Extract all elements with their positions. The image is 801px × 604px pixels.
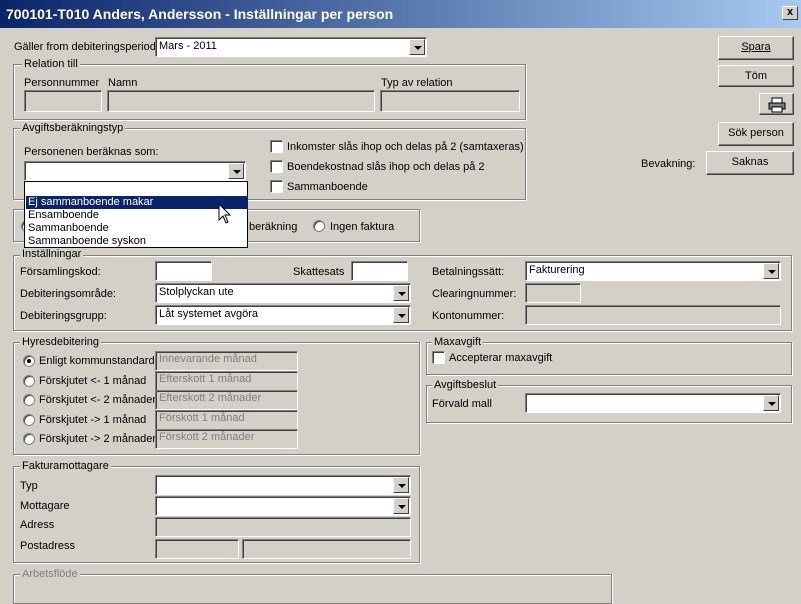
beraknas-label: Personenen beräknas som:	[24, 146, 159, 158]
clear-button[interactable]: Töm	[718, 65, 794, 87]
avgift-title: Avgiftsberäkningstyp	[20, 122, 126, 134]
bevakning-label: Bevakning:	[641, 158, 696, 170]
arbetsflode-title: Arbetsflöde	[20, 568, 80, 580]
boendekostnad-checkbox[interactable]	[270, 160, 283, 173]
hyres-radio-forskott-1[interactable]	[23, 414, 35, 426]
debiteringsomrade-label: Debiteringsområde:	[20, 288, 116, 300]
mouse-cursor-icon	[218, 203, 232, 224]
period-select[interactable]: Mars - 2011	[155, 37, 427, 57]
save-button[interactable]: Spara	[718, 36, 794, 60]
avgiftsbeslut-title: Avgiftsbeslut	[432, 379, 499, 391]
forvald-mall-select[interactable]	[525, 393, 781, 413]
hyres-label-efterskott-2: Förskjutet <- 2 månader	[39, 394, 157, 406]
dropdown-option-ej-sammanboende-makar[interactable]: Ej sammanboende makar	[26, 196, 248, 209]
installningar-title: Inställningar	[20, 248, 84, 260]
betalningssatt-label: Betalningssätt:	[432, 266, 505, 278]
skattesats-input[interactable]	[351, 261, 408, 281]
chevron-down-icon[interactable]	[763, 263, 779, 279]
boendekostnad-label: Boendekostnad slås ihop och delas på 2	[287, 161, 485, 173]
postort-input[interactable]	[242, 539, 411, 559]
personnummer-field[interactable]	[24, 90, 102, 112]
hyres-value-efterskott-1: Efterskott 1 månad	[155, 371, 298, 391]
hyres-label-forskott-1: Förskjutet -> 1 månad	[39, 414, 147, 426]
forsamlingskod-input[interactable]	[155, 261, 212, 281]
postadress-label: Postadress	[20, 540, 76, 552]
hyres-label-kommunstandard: Enligt kommunstandard	[39, 355, 155, 367]
debiteringsgrupp-value: Låt systemet avgöra	[159, 308, 259, 320]
betalningssatt-select[interactable]: Fakturering	[525, 261, 781, 281]
faktura-title: Fakturamottagare	[20, 460, 111, 472]
hyres-label-efterskott-1: Förskjutet <- 1 månad	[39, 375, 147, 387]
ingen-faktura-label: Ingen faktura	[330, 221, 395, 233]
chevron-down-icon[interactable]	[393, 498, 409, 514]
window-title: 700101-T010 Anders, Andersson - Inställn…	[0, 0, 801, 28]
printer-icon	[768, 97, 785, 113]
samtaxeras-checkbox[interactable]	[270, 140, 283, 153]
chevron-down-icon[interactable]	[393, 307, 409, 323]
hyres-value-efterskott-2: Efterskott 2 månader	[155, 390, 298, 410]
samtaxeras-label: Inkomster slås ihop och delas på 2 (samt…	[287, 141, 524, 153]
chevron-down-icon[interactable]	[409, 39, 425, 55]
chevron-down-icon[interactable]	[228, 163, 244, 179]
forvald-mall-label: Förvald mall	[432, 398, 492, 410]
hyres-value-kommunstandard: Innevarande månad	[155, 351, 298, 371]
bevakning-button[interactable]: Saknas	[706, 151, 794, 175]
hyres-radio-efterskott-1[interactable]	[23, 375, 35, 387]
dropdown-option-sammanboende[interactable]: Sammanboende	[26, 222, 248, 235]
chevron-down-icon[interactable]	[393, 477, 409, 493]
chevron-down-icon[interactable]	[393, 285, 409, 301]
ingen-faktura-radio[interactable]	[313, 220, 325, 232]
debiteringsomrade-value: Stolplyckan ute	[159, 286, 234, 298]
forsamlingskod-label: Församlingskod:	[20, 266, 101, 278]
faktura-typ-select[interactable]	[155, 475, 411, 495]
dropdown-option-sammanboende-syskon[interactable]: Sammanboende syskon	[26, 235, 248, 248]
accepterar-maxavgift-label: Accepterar maxavgift	[449, 352, 553, 364]
accepterar-maxavgift-checkbox[interactable]	[432, 351, 445, 364]
sammanboende-checkbox[interactable]	[270, 180, 283, 193]
clearingnummer-label: Clearingnummer:	[432, 288, 517, 300]
close-button[interactable]: x	[782, 6, 798, 20]
adress-label: Adress	[20, 519, 55, 531]
mottagare-select[interactable]	[155, 496, 411, 516]
period-value: Mars - 2011	[159, 40, 217, 52]
kontonummer-input[interactable]	[525, 305, 781, 325]
betalningssatt-value: Fakturering	[529, 264, 585, 276]
hyres-value-forskott-2: Förskott 2 månader	[155, 429, 298, 449]
maxavgift-title: Maxavgift	[432, 336, 484, 348]
chevron-down-icon[interactable]	[763, 395, 779, 411]
clearingnummer-input[interactable]	[525, 283, 581, 303]
hyres-label-forskott-2: Förskjutet -> 2 månader	[39, 433, 157, 445]
typ-relation-field[interactable]	[380, 90, 520, 112]
typ-relation-label: Typ av relation	[381, 77, 453, 89]
postnummer-input[interactable]	[155, 539, 239, 559]
hyres-radio-efterskott-2[interactable]	[23, 394, 35, 406]
dropdown-option-ensamboende[interactable]: Ensamboende	[26, 209, 248, 222]
search-person-button[interactable]: Sök person	[718, 122, 794, 146]
sammanboende-label: Sammanboende	[287, 181, 368, 193]
beraknas-select[interactable]	[24, 161, 246, 181]
faktura-typ-label: Typ	[20, 480, 38, 492]
namn-label: Namn	[108, 77, 138, 89]
skattesats-label: Skattesats	[293, 266, 345, 278]
debiteringsomrade-select[interactable]: Stolplyckan ute	[155, 283, 411, 303]
personnummer-label: Personnummer	[24, 77, 100, 89]
debiteringsgrupp-label: Debiteringsgrupp:	[20, 310, 107, 322]
beraknas-dropdown-list: Ej sammanboende makar Ensamboende Samman…	[24, 181, 248, 248]
arbetsflode-group	[13, 574, 612, 604]
adress-input[interactable]	[155, 517, 411, 537]
debiteringsgrupp-select[interactable]: Låt systemet avgöra	[155, 305, 411, 325]
namn-field[interactable]	[107, 90, 375, 112]
hyres-value-forskott-1: Förskott 1 månad	[155, 410, 298, 430]
mottagare-label: Mottagare	[20, 500, 70, 512]
kontonummer-label: Kontonummer:	[432, 310, 505, 322]
relation-title: Relation till	[22, 58, 80, 70]
hyres-title: Hyresdebitering	[20, 336, 102, 348]
period-label: Gäller from debiteringsperiod:	[14, 41, 159, 53]
hyres-radio-kommunstandard[interactable]	[23, 355, 35, 367]
hyres-radio-forskott-2[interactable]	[23, 433, 35, 445]
print-button[interactable]	[759, 93, 794, 115]
calc-partial-label: beräkning	[249, 221, 298, 233]
